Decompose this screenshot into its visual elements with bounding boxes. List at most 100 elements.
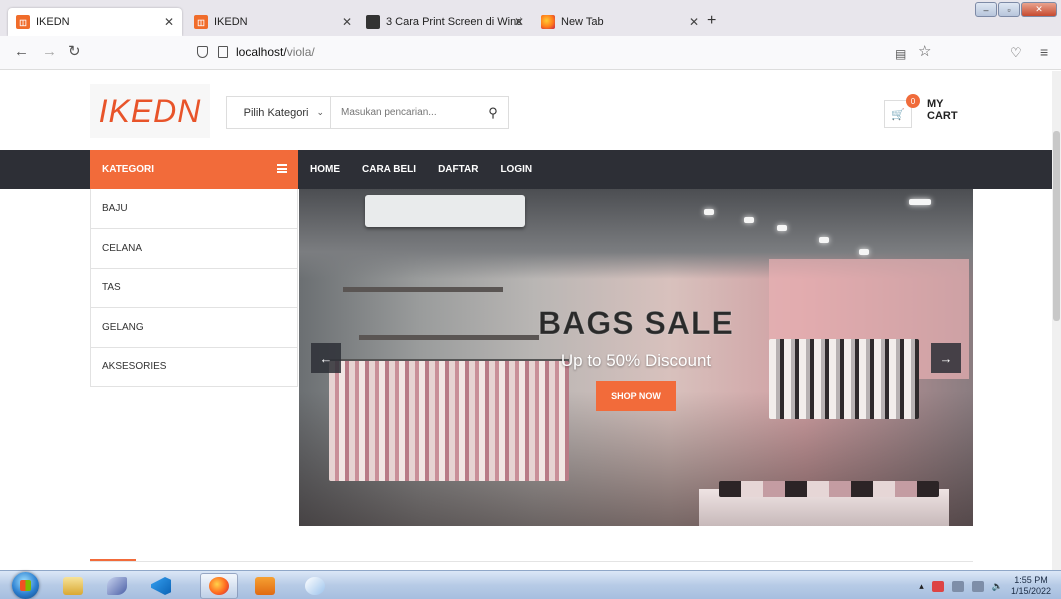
start-button-icon[interactable]: [12, 572, 39, 599]
print-favicon-icon: [366, 15, 380, 29]
nav-home[interactable]: HOME: [310, 164, 340, 175]
maximize-icon[interactable]: ▫: [998, 2, 1020, 17]
url-path: viola/: [286, 45, 315, 59]
ceiling-light-image: [819, 237, 829, 243]
pocket-icon[interactable]: ♡: [1010, 45, 1022, 61]
hanging-clothes-image: [329, 361, 569, 481]
shield-icon: [197, 46, 208, 58]
ceiling-light-image: [777, 225, 787, 231]
nav-cara-beli[interactable]: CARA BELI: [362, 164, 416, 175]
search-bar: Pilih Kategori ⌄ ⚲: [226, 96, 509, 129]
web-page: IKEDN Pilih Kategori ⌄ ⚲ 🛒 0 MY CART KAT…: [0, 71, 1052, 570]
url-host: localhost/: [236, 45, 287, 59]
close-tab-icon[interactable]: ✕: [164, 15, 174, 29]
taskbar-firefox[interactable]: [200, 573, 238, 599]
taskbar-clock[interactable]: 1:55 PM 1/15/2022: [1011, 575, 1051, 597]
vscode-icon: [151, 577, 171, 595]
slide-title: BAGS SALE: [538, 305, 734, 342]
taskbar-explorer[interactable]: [54, 573, 92, 599]
shop-now-button[interactable]: SHOP NOW: [596, 381, 676, 411]
browser-tab-bar: ◫ IKEDN ✕ ◫ IKEDN ✕ 3 Cara Print Screen …: [0, 0, 1061, 36]
menu-hamburger-icon[interactable]: ≡: [1040, 44, 1048, 60]
chevron-down-icon: ⌄: [316, 107, 324, 117]
bookmark-star-icon[interactable]: ☆: [918, 44, 931, 60]
folded-clothes-image: [719, 481, 939, 497]
display-icon[interactable]: [951, 580, 964, 592]
paint-icon: [305, 577, 325, 595]
system-tray: ▴ 🔈 1:55 PM 1/15/2022: [919, 575, 1051, 597]
page-icon: [218, 46, 228, 58]
ikedn-favicon-icon: ◫: [194, 15, 208, 29]
tab-label: IKEDN: [214, 16, 248, 28]
taskbar-paint[interactable]: [296, 573, 334, 599]
nav-daftar[interactable]: DAFTAR: [438, 164, 478, 175]
search-icon[interactable]: ⚲: [478, 105, 508, 121]
category-select-value: Pilih Kategori: [243, 106, 309, 119]
taskbar-foxit[interactable]: [246, 573, 284, 599]
logo-text: IKEDN: [98, 92, 202, 129]
tab-label: New Tab: [561, 16, 604, 28]
window-controls: – ▫ ✕: [975, 2, 1057, 17]
volume-icon[interactable]: 🔈: [992, 581, 1003, 592]
windows-taskbar: ▴ 🔈 1:55 PM 1/15/2022: [0, 570, 1061, 599]
kategori-toggle[interactable]: KATEGORI: [90, 150, 298, 189]
my-cart[interactable]: 🛒 0 MY CART: [884, 94, 974, 129]
slide-subtitle: Up to 50% Discount: [560, 351, 712, 370]
forward-arrow-icon[interactable]: →: [42, 44, 57, 60]
reader-view-icon[interactable]: ▤: [895, 46, 906, 62]
site-logo[interactable]: IKEDN: [90, 84, 210, 138]
firefox-favicon-icon: [541, 15, 555, 29]
nav-login[interactable]: LOGIN: [500, 164, 532, 175]
category-select[interactable]: Pilih Kategori ⌄: [227, 97, 331, 128]
list-menu-icon: [277, 164, 287, 173]
url-bar[interactable]: localhost/viola/: [197, 45, 315, 59]
tab-label: IKEDN: [36, 16, 70, 28]
new-tab-plus-icon[interactable]: +: [707, 13, 716, 29]
page-scrollbar[interactable]: [1052, 71, 1061, 570]
browser-nav-bar: ← → ↻ localhost/viola/ ▤ ☆ ♡ ≡: [0, 36, 1061, 70]
slider-prev-arrow-icon[interactable]: ←: [311, 343, 341, 373]
scrollbar-thumb[interactable]: [1053, 131, 1060, 321]
category-item-aksesories[interactable]: AKSESORIES: [91, 346, 297, 386]
back-arrow-icon[interactable]: ←: [14, 44, 29, 60]
minimize-icon[interactable]: –: [975, 2, 997, 17]
tray-expand-icon[interactable]: ▴: [919, 581, 924, 592]
section-divider: [90, 561, 973, 562]
clock-time: 1:55 PM: [1014, 575, 1048, 585]
browser-tab-ikedn-1[interactable]: ◫ IKEDN ✕: [8, 8, 182, 36]
taskbar-vscode[interactable]: [142, 573, 180, 599]
cart-count-badge: 0: [906, 94, 920, 108]
dolphin-icon: [107, 577, 127, 595]
browser-tab-print-screen[interactable]: 3 Cara Print Screen di Windows ✕: [358, 8, 532, 36]
category-item-tas[interactable]: TAS: [91, 267, 297, 307]
firefox-icon: [209, 577, 229, 595]
wall-shelf-image: [343, 287, 503, 292]
slider-next-arrow-icon[interactable]: →: [931, 343, 961, 373]
category-list: BAJU CELANA TAS GELANG AKSESORIES: [90, 189, 298, 387]
ceiling-light-image: [859, 249, 869, 255]
browser-tab-ikedn-2[interactable]: ◫ IKEDN ✕: [186, 8, 360, 36]
air-conditioner-image: [365, 195, 525, 227]
cart-label: MY CART: [927, 98, 958, 122]
category-item-gelang[interactable]: GELANG: [91, 307, 297, 346]
close-tab-icon[interactable]: ✕: [689, 15, 699, 29]
close-tab-icon[interactable]: ✕: [514, 15, 524, 29]
reload-icon[interactable]: ↻: [68, 44, 81, 60]
category-item-celana[interactable]: CELANA: [91, 228, 297, 267]
flag-icon[interactable]: [931, 580, 944, 592]
category-item-baju[interactable]: BAJU: [91, 189, 297, 228]
clock-date: 1/15/2022: [1010, 586, 1051, 596]
ceiling-light-image: [744, 217, 754, 223]
main-nav: HOME CARA BELI DAFTAR LOGIN: [310, 150, 532, 189]
taskbar-app-dolphin[interactable]: [98, 573, 136, 599]
pdf-reader-icon: [255, 577, 275, 595]
ikedn-favicon-icon: ◫: [16, 15, 30, 29]
tab-label: 3 Cara Print Screen di Windows: [386, 16, 521, 28]
ceiling-light-image: [704, 209, 714, 215]
browser-tab-new-tab[interactable]: New Tab ✕: [533, 8, 707, 36]
close-tab-icon[interactable]: ✕: [342, 15, 352, 29]
network-icon[interactable]: [971, 580, 984, 592]
search-input[interactable]: [331, 107, 478, 118]
kategori-label: KATEGORI: [102, 164, 155, 175]
close-window-icon[interactable]: ✕: [1021, 2, 1057, 17]
